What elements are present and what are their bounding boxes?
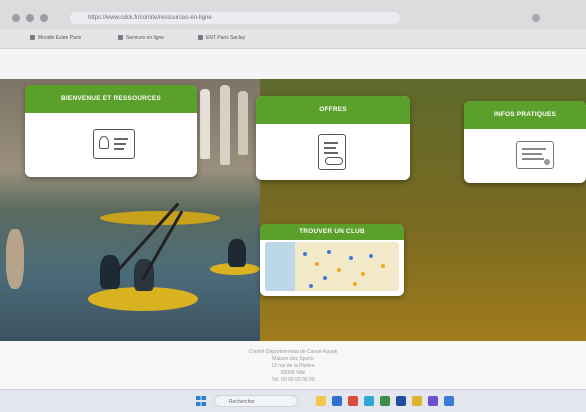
card-title: Trouver un club	[260, 224, 404, 240]
bookmarks-bar: Moodle Esiee Paris Services en ligne ENT…	[0, 30, 586, 49]
hero-banner: Bienvenue et Ressources Offres	[0, 79, 586, 341]
paddler-figure	[100, 255, 120, 289]
map-pin-icon	[369, 254, 373, 258]
card-title: Offres	[256, 96, 410, 124]
map-pin-icon	[323, 276, 327, 280]
card-infos-pratiques[interactable]: Infos Pratiques	[464, 101, 586, 183]
card-bienvenue[interactable]: Bienvenue et Ressources	[25, 85, 197, 177]
windows-start-icon[interactable]	[196, 396, 206, 406]
contract-handshake-icon	[318, 134, 346, 170]
footer-line: 12 rue de la Rivière	[271, 363, 315, 369]
back-icon[interactable]	[12, 14, 20, 22]
taskbar-search[interactable]: Rechercher	[214, 395, 298, 407]
card-body	[256, 124, 410, 180]
map-pin-icon	[309, 284, 313, 288]
card-trouver-club[interactable]: Trouver un club	[260, 224, 404, 296]
bookmark-item[interactable]: ENT Paris Saclay	[198, 35, 245, 41]
footer-line: Tél. 00 00 00 00 00	[271, 377, 315, 383]
site-footer: Comité Départemental de Canoë-Kayak Mais…	[0, 341, 586, 389]
word-icon[interactable]	[396, 396, 406, 406]
map-pin-icon	[349, 256, 353, 260]
app-icon[interactable]	[348, 396, 358, 406]
sea-area	[265, 242, 295, 291]
app-icon[interactable]	[428, 396, 438, 406]
reload-icon[interactable]	[40, 14, 48, 22]
map-pin-icon	[327, 250, 331, 254]
footer-line: Maison des Sports	[272, 356, 314, 362]
bookmark-item[interactable]: Services en ligne	[118, 35, 164, 41]
monitor-screen: https://www.cdck.fr/comite/ressources-en…	[0, 0, 586, 412]
card-title: Infos Pratiques	[464, 101, 586, 129]
map-pin-icon	[381, 264, 385, 268]
app-icon[interactable]	[444, 396, 454, 406]
card-body	[464, 129, 586, 183]
extensions-icon[interactable]	[532, 14, 540, 22]
browser-toolbar: https://www.cdck.fr/comite/ressources-en…	[0, 0, 586, 31]
map-pin-icon	[353, 282, 357, 286]
card-title: Bienvenue et Ressources	[25, 85, 197, 113]
app-icon[interactable]	[380, 396, 390, 406]
address-bar[interactable]: https://www.cdck.fr/comite/ressources-en…	[70, 12, 400, 24]
browser-icon[interactable]	[332, 396, 342, 406]
footer-line: 00000 Ville	[280, 370, 306, 376]
bookmark-item[interactable]: Moodle Esiee Paris	[30, 35, 81, 41]
id-card-icon	[93, 129, 135, 159]
card-body	[25, 113, 197, 177]
map-pin-icon	[315, 262, 319, 266]
kayak-shape	[6, 229, 24, 289]
hiker-figure	[220, 85, 230, 165]
card-offres[interactable]: Offres	[256, 96, 410, 180]
paddler-figure	[228, 239, 246, 267]
forward-icon[interactable]	[26, 14, 34, 22]
site-header	[0, 49, 586, 79]
map-pin-icon	[337, 268, 341, 272]
app-icon[interactable]	[412, 396, 422, 406]
hiker-figure	[200, 89, 210, 159]
map-pin-icon	[361, 272, 365, 276]
footer-line: Comité Départemental de Canoë-Kayak	[248, 349, 338, 355]
os-taskbar: Rechercher	[0, 389, 586, 412]
hiker-figure	[238, 91, 248, 155]
map-pin-icon	[303, 252, 307, 256]
map-icon[interactable]	[265, 242, 399, 291]
edge-icon[interactable]	[364, 396, 374, 406]
certificate-icon	[516, 141, 554, 169]
file-explorer-icon[interactable]	[316, 396, 326, 406]
